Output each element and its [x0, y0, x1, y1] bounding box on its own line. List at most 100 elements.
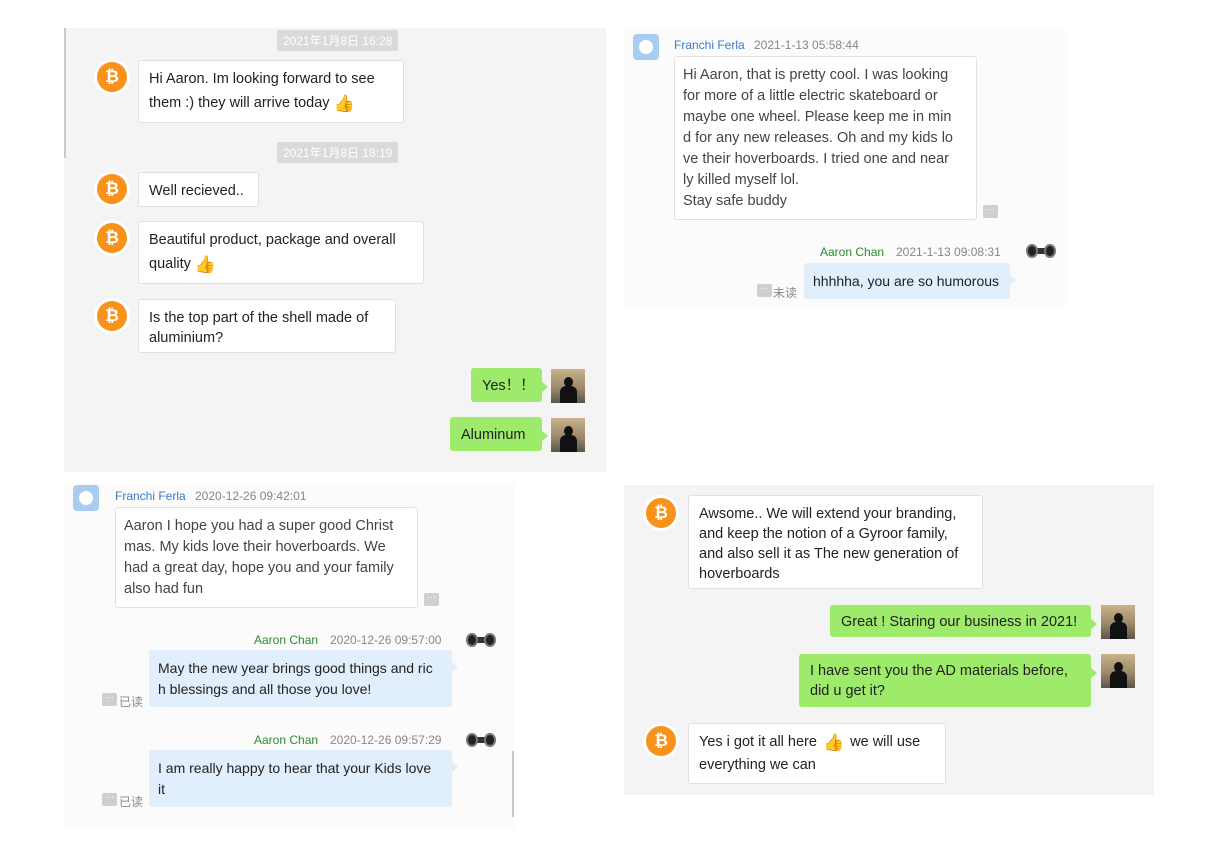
scrollbar[interactable] — [64, 28, 66, 158]
message-time: 2020-12-26 09:57:29 — [330, 733, 442, 747]
message-time: 2020-12-26 09:57:00 — [330, 633, 442, 647]
hoverboard-avatar[interactable] — [466, 725, 496, 755]
message-time: 2021-1-13 09:08:31 — [896, 245, 1001, 259]
bitcoin-avatar-icon[interactable]: ₿ — [97, 62, 127, 92]
avatar-figure-body — [560, 386, 577, 403]
message-bubble: Beautiful product, package and overall q… — [138, 221, 424, 284]
scrollbar[interactable] — [512, 751, 514, 817]
message-line: and also sell it as The new generation o… — [699, 546, 959, 562]
sent-message-bubble: I have sent you the AD materials before,… — [799, 654, 1097, 707]
avatar-figure-body — [1110, 622, 1127, 639]
message-line: also had fun — [124, 581, 204, 597]
chat-panel-3: Franchi Ferla 2020-12-26 09:42:01 Aaron … — [64, 483, 514, 829]
message-bubble: Aaron I hope you had a super good Christ… — [115, 507, 418, 608]
message-line: Awsome.. We will extend your branding, — [699, 506, 957, 522]
message-line: Aaron I hope you had a super good Christ — [124, 518, 394, 534]
more-options-icon[interactable]: ··· — [757, 284, 772, 297]
hoverboard-wheel — [466, 733, 478, 747]
message-line: quality 👍 — [149, 254, 413, 275]
message-time: 2020-12-26 09:42:01 — [195, 489, 307, 503]
read-status: 已读 — [119, 795, 144, 809]
hoverboard-wheel — [484, 633, 496, 647]
message-bubble: Well recieved.. — [138, 172, 259, 207]
message-line: did u get it? — [810, 683, 885, 699]
message-line: it — [158, 781, 165, 797]
user-avatar[interactable] — [551, 369, 585, 403]
sent-message-bubble: I am really happy to hear that your Kids… — [149, 750, 458, 807]
sender-name[interactable]: Aaron Chan — [254, 733, 318, 747]
message-line: I have sent you the AD materials before, — [810, 663, 1068, 679]
message-line: mas. My kids love their hoverboards. We — [124, 539, 386, 555]
hoverboard-wheel — [466, 633, 478, 647]
message-line: aluminium? — [149, 330, 224, 346]
message-line: Stay safe buddy — [683, 193, 787, 209]
message-text: Yes i got it all here — [699, 734, 817, 750]
more-options-icon[interactable]: ··· — [983, 205, 998, 218]
message-bubble: Awsome.. We will extend your branding, a… — [688, 495, 983, 589]
read-status: 已读 — [119, 695, 144, 709]
bitcoin-avatar-icon[interactable]: ₿ — [646, 726, 676, 756]
user-avatar[interactable] — [1101, 654, 1135, 688]
more-options-icon[interactable]: ··· — [102, 693, 117, 706]
message-bubble: Hi Aaron. Im looking forward to see them… — [138, 60, 404, 123]
avatar-figure-body — [1110, 671, 1127, 688]
message-text: we will use — [850, 734, 921, 750]
message-line: for more of a little electric skateboard… — [683, 88, 938, 104]
message-line: Yes i got it all here 👍 we will use — [699, 732, 935, 753]
bitcoin-avatar-icon[interactable]: ₿ — [646, 498, 676, 528]
chat-panel-1: 2021年1月8日 16:28 ₿ Hi Aaron. Im looking f… — [64, 28, 606, 472]
bitcoin-avatar-icon[interactable]: ₿ — [97, 223, 127, 253]
message-line: d for any new releases. Oh and my kids l… — [683, 130, 953, 146]
message-line: maybe one wheel. Please keep me in min — [683, 109, 952, 125]
sender-name[interactable]: Aaron Chan — [820, 245, 884, 259]
contact-avatar[interactable] — [73, 485, 99, 511]
chat-panel-2: Franchi Ferla 2021-1-13 05:58:44 Hi Aaro… — [624, 30, 1068, 306]
message-bubble: Yes i got it all here 👍 we will use everyt… — [688, 723, 946, 784]
message-text: quality — [149, 256, 191, 272]
hoverboard-avatar[interactable] — [1026, 236, 1056, 266]
message-line: them :) they will arrive today 👍 — [149, 93, 393, 114]
message-line: and keep the notion of a Gyroor family, — [699, 526, 948, 542]
message-bubble: Is the top part of the shell made of alu… — [138, 299, 396, 353]
message-line: I am really happy to hear that your Kids… — [158, 760, 432, 776]
bitcoin-avatar-icon[interactable]: ₿ — [97, 301, 127, 331]
message-line: Hi Aaron, that is pretty cool. I was loo… — [683, 67, 949, 83]
bitcoin-avatar-icon[interactable]: ₿ — [97, 174, 127, 204]
message-line: everything we can — [699, 757, 816, 773]
message-line: h blessings and all those you love! — [158, 681, 372, 697]
read-status: 未读 — [773, 286, 798, 300]
hoverboard-wheel — [484, 733, 496, 747]
message-text: them :) they will arrive today — [149, 95, 330, 111]
more-options-icon[interactable]: ··· — [102, 793, 117, 806]
thumbs-up-icon: 👍 — [194, 255, 217, 274]
more-options-icon[interactable]: ··· — [424, 593, 439, 606]
user-avatar[interactable] — [551, 418, 585, 452]
thumbs-up-icon: 👍 — [822, 733, 845, 752]
message-bubble: Hi Aaron, that is pretty cool. I was loo… — [674, 56, 977, 220]
sender-name[interactable]: Franchi Ferla — [674, 38, 745, 52]
message-time: 2021-1-13 05:58:44 — [754, 38, 859, 52]
sender-name[interactable]: Aaron Chan — [254, 633, 318, 647]
hoverboard-wheel — [1026, 244, 1038, 258]
message-line: had a great day, hope you and your famil… — [124, 560, 394, 576]
message-line: May the new year brings good things and … — [158, 660, 433, 676]
user-avatar[interactable] — [1101, 605, 1135, 639]
chat-panel-4: ₿ Awsome.. We will extend your branding,… — [624, 485, 1154, 795]
hoverboard-wheel — [1044, 244, 1056, 258]
timestamp: 2021年1月8日 16:28 — [277, 30, 399, 51]
sent-message-bubble: May the new year brings good things and … — [149, 650, 458, 707]
message-line: hoverboards — [699, 566, 780, 582]
hoverboard-avatar[interactable] — [466, 625, 496, 655]
sent-message-bubble: Great ! Staring our business in 2021! — [830, 605, 1097, 637]
sent-message-bubble: hhhhha, you are so humorous — [804, 263, 1016, 299]
sent-message-bubble: Aluminum — [450, 417, 548, 451]
sent-message-bubble: Yes！！ — [471, 368, 548, 402]
sender-name[interactable]: Franchi Ferla — [115, 489, 186, 503]
message-line: Beautiful product, package and overall — [149, 232, 396, 248]
message-line: Hi Aaron. Im looking forward to see — [149, 71, 375, 87]
timestamp: 2021年1月8日 18:19 — [277, 142, 399, 163]
message-line: Is the top part of the shell made of — [149, 310, 369, 326]
message-line: ve their hoverboards. I tried one and ne… — [683, 151, 949, 167]
thumbs-up-icon: 👍 — [333, 94, 355, 113]
contact-avatar[interactable] — [633, 34, 659, 60]
